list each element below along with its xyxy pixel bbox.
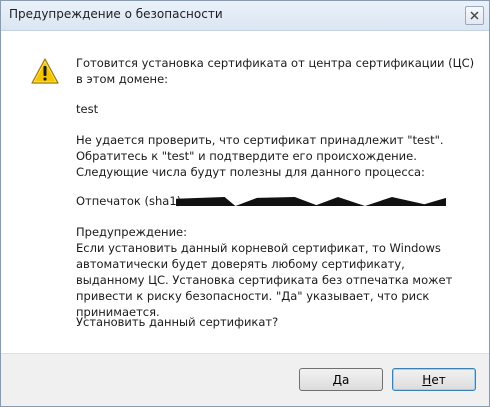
verification-text: Не удается проверить, что сертификат при…	[76, 133, 444, 179]
security-warning-dialog: Предупреждение о безопасности Готовится …	[0, 0, 490, 407]
yes-button[interactable]: Да	[299, 368, 383, 391]
close-icon	[470, 11, 479, 20]
no-button[interactable]: Нет	[392, 368, 476, 391]
intro-text: Готовится установка сертификата от центр…	[76, 56, 475, 86]
close-button[interactable]	[465, 6, 484, 25]
warning-triangle-icon	[31, 58, 59, 84]
question-text: Установить данный сертификат?	[76, 315, 279, 329]
thumbprint-value-redacted	[176, 197, 446, 206]
title-bar[interactable]: Предупреждение о безопасности	[1, 1, 489, 31]
window-title: Предупреждение о безопасности	[9, 7, 223, 21]
certificate-subject: test	[76, 102, 99, 116]
thumbprint-label: Отпечаток (sha1) :	[76, 194, 189, 208]
button-bar: Да Нет	[1, 353, 489, 406]
dialog-content: Готовится установка сертификата от центр…	[1, 31, 489, 353]
thumbprint-row: Отпечаток (sha1) :	[76, 193, 446, 209]
warning-text: Предупреждение: Если установить данный к…	[76, 225, 453, 319]
